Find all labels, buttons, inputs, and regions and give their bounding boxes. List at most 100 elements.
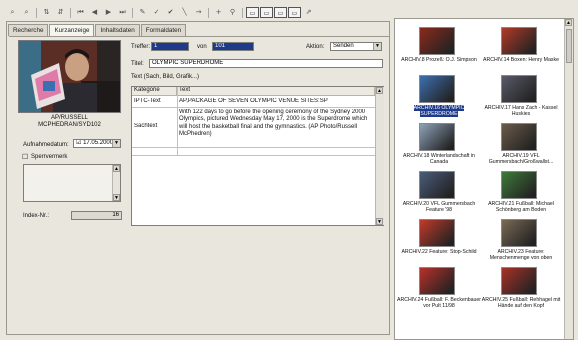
photo-caption-line2: MCPHEDRAN/SYD102 bbox=[38, 122, 101, 128]
thumbnail-image[interactable] bbox=[501, 171, 537, 199]
prev-record-icon[interactable]: ◀ bbox=[88, 7, 101, 18]
app-window: ⌕ ⌕ ⇅ ⇵ ⏮ ◀ ▶ ⏭ ✎ ✓ ✔ ╲ → + ⚲ ▭ ▭ ▭ ▭ ⇗ … bbox=[0, 0, 578, 340]
column-header-text[interactable]: Text bbox=[177, 87, 375, 96]
aufnahmedatum-picker[interactable]: ☑ 17.05.2000 ▼ bbox=[73, 139, 121, 148]
view1-icon[interactable]: ▭ bbox=[246, 7, 259, 18]
table-cell-kategorie[interactable]: IPTC-Text bbox=[134, 98, 176, 105]
titel-field[interactable]: OLYMPIC SUPERDROME bbox=[149, 59, 383, 68]
sort-za-icon[interactable]: ⇵ bbox=[54, 7, 67, 18]
tab-formaldaten[interactable]: Formaldaten bbox=[140, 24, 187, 36]
row-divider bbox=[132, 155, 375, 156]
thumbnail-caption-text: ARCHIV.25 Fußball: Rehhagel mit Hände au… bbox=[481, 297, 561, 310]
thumbnail-image[interactable] bbox=[501, 75, 537, 103]
binoculars-next-icon[interactable]: ⌕ bbox=[20, 7, 33, 18]
thumbnail-gallery: ▲ ARCHIV.8 Prozeß: O.J. Simpson ARCHIV.14… bbox=[394, 18, 574, 340]
thumbnail-image[interactable] bbox=[501, 267, 537, 295]
index-label: Index-Nr.: bbox=[23, 213, 50, 219]
photo-caption-line1: AP/RUSSELL bbox=[50, 115, 89, 121]
tab-inhaltsdaten[interactable]: Inhaltsdaten bbox=[95, 24, 140, 36]
thumbnail-image[interactable] bbox=[419, 27, 455, 55]
thumbnail-image[interactable] bbox=[419, 219, 455, 247]
toolbar-separator bbox=[242, 7, 243, 18]
thumbnail-image[interactable] bbox=[501, 123, 537, 151]
thumbnail-caption: ARCHIV.18 Winterlandschaft in Canada bbox=[397, 153, 481, 166]
scroll-down-icon[interactable]: ▼ bbox=[376, 218, 383, 225]
chevron-down-icon[interactable]: ▼ bbox=[373, 43, 381, 50]
aktion-value: Senden bbox=[333, 43, 354, 49]
thumbnail-caption-text: ARCHIV.17 Hans Zach - Kassel Huskies bbox=[484, 105, 558, 118]
thumbnail-image[interactable] bbox=[501, 27, 537, 55]
thumbnail-caption: ARCHIV.8 Prozeß: O.J. Simpson bbox=[397, 57, 481, 63]
keyword-table: Kategorie Text IPTC-Text AP,PACKAGE OF S… bbox=[131, 86, 384, 226]
check2-icon[interactable]: ✔ bbox=[164, 7, 177, 18]
thumbnail-caption-text: ARCHIV.16 OLYMPIC SUPERDROME bbox=[413, 105, 465, 118]
column-header-kategorie[interactable]: Kategorie bbox=[132, 87, 177, 96]
thumbnail-image[interactable] bbox=[419, 123, 455, 151]
aufnahmedatum-label: Aufnahmedatum: bbox=[23, 142, 69, 148]
thumbnail-image[interactable] bbox=[419, 267, 455, 295]
toolbar-separator bbox=[208, 7, 209, 18]
binoculars-icon[interactable]: ⌕ bbox=[6, 7, 19, 18]
view2-icon[interactable]: ▭ bbox=[260, 7, 273, 18]
thumbnail-caption-text: ARCHIV.18 Winterlandschaft in Canada bbox=[403, 153, 475, 166]
aufnahmedatum-value: 17.05.2000 bbox=[83, 140, 114, 146]
memo-scrollbar[interactable]: ▲ ▼ bbox=[112, 165, 120, 201]
sperrvermerk-label: Sperrvermerk bbox=[31, 154, 68, 160]
pin-icon[interactable]: ⚲ bbox=[226, 7, 239, 18]
last-record-icon[interactable]: ⏭ bbox=[116, 7, 129, 18]
row-divider bbox=[132, 147, 375, 148]
photo-caption: AP/RUSSELL MCPHEDRAN/SYD102 bbox=[18, 115, 121, 129]
scrollbar-thumb[interactable] bbox=[566, 29, 572, 63]
thumbnail-caption: ARCHIV.16 OLYMPIC SUPERDROME bbox=[397, 105, 481, 118]
thumbnail-image[interactable] bbox=[419, 171, 455, 199]
treffer-field[interactable]: 1 bbox=[151, 42, 189, 51]
thumbnail-caption-text: ARCHIV.20 VFL Gummersbach Feature '98 bbox=[402, 201, 476, 214]
scroll-up-icon[interactable]: ▲ bbox=[113, 165, 120, 172]
sort-az-icon[interactable]: ⇅ bbox=[40, 7, 53, 18]
text-group-label: Text (Sach, Bild, Grafik...) bbox=[131, 74, 200, 80]
scroll-up-icon[interactable]: ▲ bbox=[565, 19, 572, 26]
scroll-down-icon[interactable]: ▼ bbox=[113, 194, 120, 201]
sperrvermerk-checkbox[interactable]: ☐ bbox=[22, 153, 28, 161]
table-cell-text[interactable]: With 122 days to go before the opening c… bbox=[179, 109, 373, 147]
thumbnail-caption-text: ARCHIV.24 Fußball: F. Beckenbauer vor Pu… bbox=[397, 297, 482, 310]
chevron-down-icon[interactable]: ▼ bbox=[112, 140, 120, 147]
scroll-up-icon[interactable]: ▲ bbox=[376, 87, 383, 94]
photo-preview[interactable] bbox=[18, 40, 121, 113]
toolbar-separator bbox=[132, 7, 133, 18]
toolbar: ⌕ ⌕ ⇅ ⇵ ⏮ ◀ ▶ ⏭ ✎ ✓ ✔ ╲ → + ⚲ ▭ ▭ ▭ ▭ ⇗ bbox=[6, 6, 386, 19]
line-icon[interactable]: ╲ bbox=[178, 7, 191, 18]
check-icon[interactable]: ✓ bbox=[150, 7, 163, 18]
thumbnail-caption: ARCHIV.21 Fußball: Michael Schönberg am … bbox=[479, 201, 563, 214]
plus-icon[interactable]: + bbox=[212, 7, 225, 18]
checkbox-icon[interactable]: ☑ bbox=[76, 140, 81, 146]
aktion-select[interactable]: Senden ▼ bbox=[330, 42, 382, 51]
next-record-icon[interactable]: ▶ bbox=[102, 7, 115, 18]
row-divider bbox=[132, 107, 375, 108]
thumbnail-caption-text: ARCHIV.22 Feature: Stop-Schild bbox=[401, 249, 477, 255]
thumbnail-caption-text: ARCHIV.23 Feature: Menschenmenge von obe… bbox=[489, 249, 553, 262]
sperrvermerk-memo[interactable]: ▲ ▼ bbox=[23, 164, 121, 202]
table-cell-kategorie[interactable]: Sachtext bbox=[134, 123, 176, 130]
von-field: 101 bbox=[212, 42, 254, 51]
table-cell-text[interactable]: AP,PACKAGE OF SEVEN OLYMPIC VENUE SITES:… bbox=[179, 98, 373, 105]
view4-icon[interactable]: ▭ bbox=[288, 7, 301, 18]
thumbnail-caption: ARCHIV.14 Boxen: Henry Maske bbox=[479, 57, 563, 63]
thumbnail-caption-text: ARCHIV.19 VFL Gummersbach/Großwallst... bbox=[488, 153, 554, 166]
arrow-icon[interactable]: → bbox=[192, 7, 205, 18]
column-divider bbox=[177, 87, 178, 155]
table-scrollbar[interactable]: ▲ ▼ bbox=[375, 87, 384, 225]
thumbnail-caption: ARCHIV.19 VFL Gummersbach/Großwallst... bbox=[479, 153, 563, 166]
thumbnail-image[interactable] bbox=[501, 219, 537, 247]
gallery-scrollbar[interactable]: ▲ bbox=[564, 19, 573, 339]
export-icon[interactable]: ⇗ bbox=[302, 7, 315, 18]
tab-recherche[interactable]: Recherche bbox=[8, 24, 49, 36]
treffer-label: Treffer: bbox=[131, 44, 151, 50]
titel-label: Titel: bbox=[131, 61, 144, 67]
thumbnail-caption-text: ARCHIV.8 Prozeß: O.J. Simpson bbox=[401, 57, 477, 63]
view3-icon[interactable]: ▭ bbox=[274, 7, 287, 18]
thumbnail-caption: ARCHIV.25 Fußball: Rehhagel mit Hände au… bbox=[479, 297, 563, 310]
edit-icon[interactable]: ✎ bbox=[136, 7, 149, 18]
first-record-icon[interactable]: ⏮ bbox=[74, 7, 87, 18]
thumbnail-image[interactable] bbox=[419, 75, 455, 103]
